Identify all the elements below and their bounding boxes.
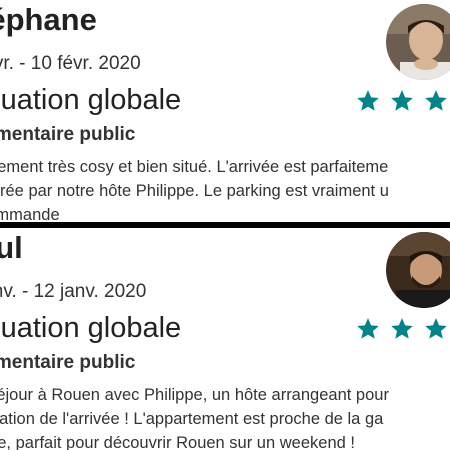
review-card: aul janv. - 12 janv. 2020 aluation globa… — [0, 228, 450, 450]
public-comment-title: mmentaire public — [0, 124, 136, 145]
overall-rating-title: aluation globale — [0, 312, 182, 344]
public-comment-title: mmentaire public — [0, 352, 136, 373]
rating-stars — [355, 316, 450, 347]
star-icon — [389, 88, 415, 114]
star-icon — [355, 316, 381, 342]
comment-line: artement très cosy et bien situé. L'arri… — [0, 158, 389, 176]
comment-line: estrée par notre hôte Philippe. Le parki… — [0, 182, 389, 200]
overall-rating-title: aluation globale — [0, 84, 182, 116]
star-icon — [423, 88, 449, 114]
comment-line: nisation de l'arrivée ! L'appartement es… — [0, 410, 384, 428]
stay-dates: janv. - 12 janv. 2020 — [0, 281, 147, 302]
star-icon — [423, 316, 449, 342]
reviewer-avatar[interactable] — [386, 4, 450, 80]
review-comment: r séjour à Rouen avec Philippe, un hôte … — [0, 383, 450, 450]
review-comment: artement très cosy et bien situé. L'arri… — [0, 155, 450, 222]
reviewer-name: téphane — [0, 2, 97, 37]
stay-dates: févr. - 10 févr. 2020 — [0, 53, 141, 74]
comment-line: r séjour à Rouen avec Philippe, un hôte … — [0, 386, 389, 404]
comment-line: ntre, parfait pour découvrir Rouen sur u… — [0, 434, 355, 450]
reviewer-avatar[interactable] — [386, 232, 450, 308]
star-icon — [355, 88, 381, 114]
rating-stars — [355, 88, 450, 119]
reviewer-name: aul — [0, 230, 23, 265]
star-icon — [389, 316, 415, 342]
review-card: téphane févr. - 10 févr. 2020 aluation g… — [0, 0, 450, 222]
comment-line: commande — [0, 206, 60, 222]
